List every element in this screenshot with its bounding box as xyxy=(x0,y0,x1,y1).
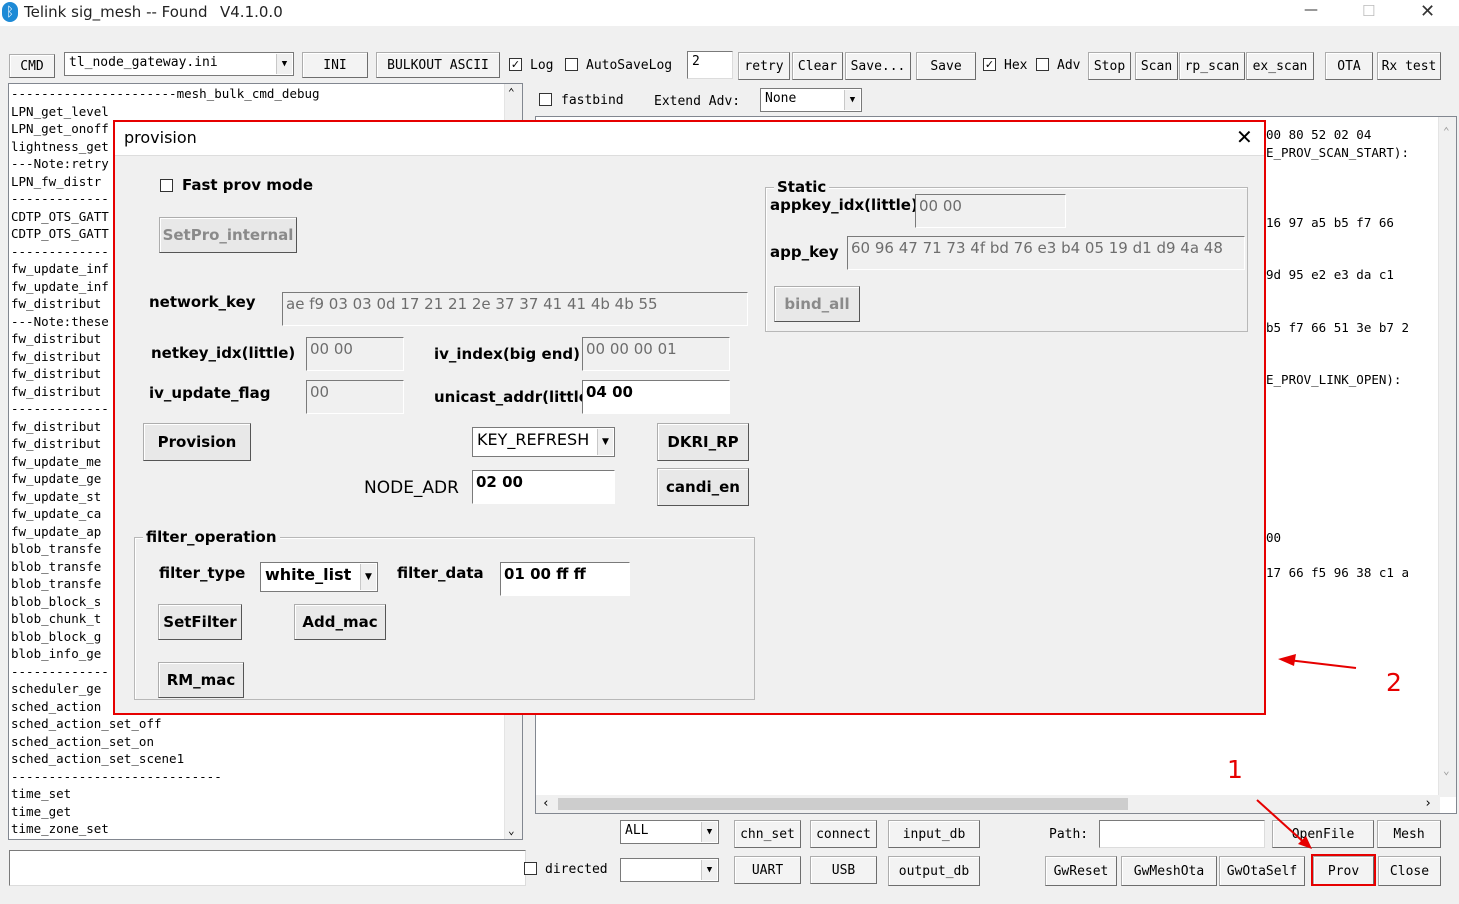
filter-data-input[interactable]: 01 00 ff ff xyxy=(500,562,630,596)
unicast-addr-input[interactable]: 04 00 xyxy=(582,380,730,414)
network-key-label: network_key xyxy=(149,293,256,311)
iv-index-field[interactable]: 00 00 00 01 xyxy=(582,337,730,371)
static-group: Static appkey_idx(little) 00 00 app_key … xyxy=(765,178,1248,332)
chevron-down-icon: ▼ xyxy=(597,429,613,455)
node-adr-input[interactable]: 02 00 xyxy=(472,470,615,504)
dkri-rp-button[interactable]: DKRI_RP xyxy=(657,423,749,461)
network-key-field[interactable]: ae f9 03 03 0d 17 21 21 2e 37 37 41 41 4… xyxy=(282,292,748,326)
iv-index-label: iv_index(big end) xyxy=(434,345,580,363)
arrow-1 xyxy=(1256,799,1312,849)
netkey-idx-field[interactable]: 00 00 xyxy=(306,337,404,371)
iv-update-flag-label: iv_update_flag xyxy=(149,384,271,402)
fast-prov-checkbox[interactable] xyxy=(160,179,173,192)
candi-en-button[interactable]: candi_en xyxy=(657,468,749,506)
provision-dialog: provision ✕ Fast prov mode SetPro_intern… xyxy=(113,120,1266,715)
dialog-title-bar: provision ✕ xyxy=(115,122,1264,156)
arrow-2 xyxy=(1278,654,1357,669)
rm-mac-button[interactable]: RM_mac xyxy=(158,662,244,698)
add-mac-button[interactable]: Add_mac xyxy=(294,604,386,640)
key-refresh-select[interactable]: KEY_REFRESH ▼ xyxy=(472,427,615,457)
appkey-idx-field[interactable]: 00 00 xyxy=(915,194,1066,228)
netkey-idx-label: netkey_idx(little) xyxy=(151,344,296,362)
filter-type-select[interactable]: white_list ▼ xyxy=(260,562,378,592)
app-key-label: app_key xyxy=(770,243,839,261)
provision-button[interactable]: Provision xyxy=(143,423,251,461)
unicast-addr-label: unicast_addr(little) xyxy=(434,388,596,406)
filter-type-value: white_list xyxy=(265,565,352,584)
static-group-title: Static xyxy=(774,178,830,196)
bind-all-button[interactable]: bind_all xyxy=(774,286,860,322)
chevron-down-icon: ▼ xyxy=(360,564,376,590)
key-refresh-value: KEY_REFRESH xyxy=(477,430,590,449)
annotation-label-1: 1 xyxy=(1227,755,1243,784)
appkey-idx-label: appkey_idx(little) xyxy=(770,196,918,214)
dialog-title: provision xyxy=(124,128,197,147)
filter-type-label: filter_type xyxy=(159,564,246,582)
filter-operation-title: filter_operation xyxy=(143,528,280,546)
app-key-field[interactable]: 60 96 47 71 73 4f bd 76 e3 b4 05 19 d1 d… xyxy=(847,236,1245,270)
filter-operation-group: filter_operation filter_type white_list … xyxy=(134,528,755,700)
filter-data-label: filter_data xyxy=(397,564,484,582)
close-icon[interactable]: ✕ xyxy=(1236,125,1253,149)
setfilter-button[interactable]: SetFilter xyxy=(158,604,242,640)
annotation-label-2: 2 xyxy=(1386,668,1402,697)
node-adr-label: NODE_ADR xyxy=(364,478,459,498)
iv-update-flag-field[interactable]: 00 xyxy=(306,380,404,414)
fast-prov-label: Fast prov mode xyxy=(182,176,314,194)
setpro-internal-button[interactable]: SetPro_internal xyxy=(159,217,297,253)
